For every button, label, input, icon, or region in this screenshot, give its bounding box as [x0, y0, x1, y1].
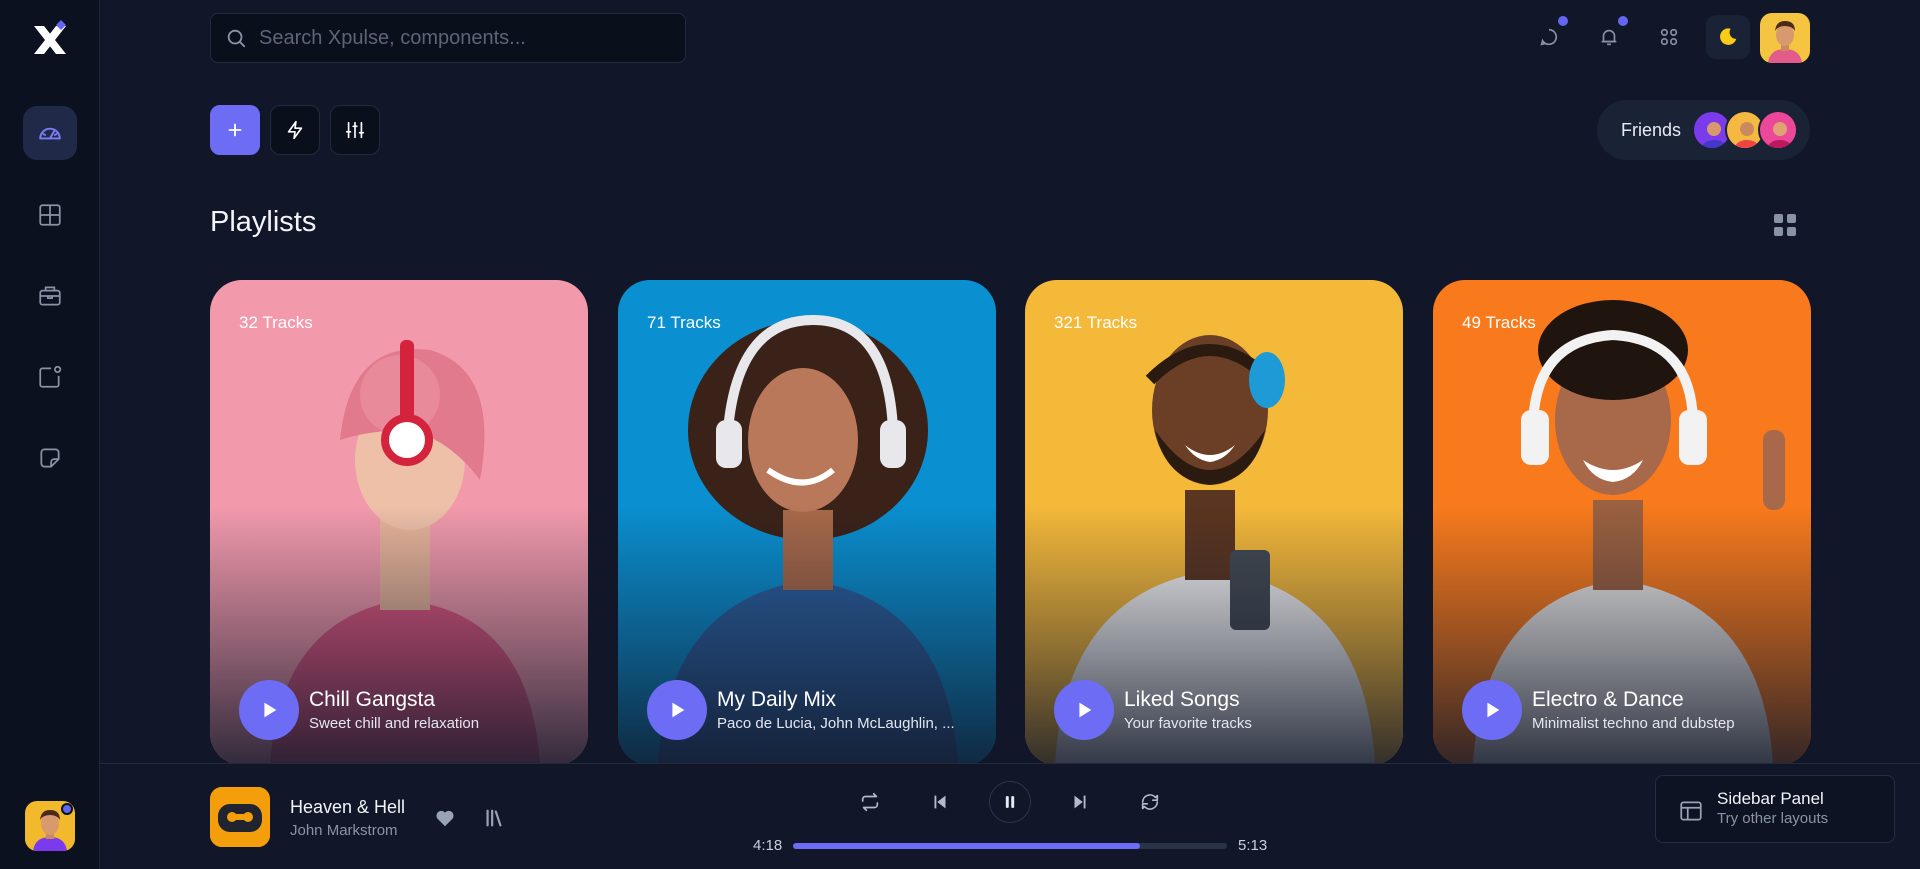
sidebar-item-dashboard[interactable] — [23, 106, 77, 160]
track-count: 71 Tracks — [647, 313, 721, 332]
playlist-subtitle: Your favorite tracks — [1124, 715, 1252, 732]
page-title: Playlists — [210, 206, 317, 238]
like-button[interactable] — [431, 804, 459, 832]
grid-icon — [39, 204, 61, 226]
song-artist[interactable]: John Markstrom — [290, 822, 398, 839]
apps-icon — [1660, 28, 1678, 46]
play-icon — [1079, 702, 1092, 718]
previous-icon — [934, 795, 946, 809]
friends-widget[interactable]: Friends — [1597, 100, 1810, 160]
library-icon — [486, 809, 502, 827]
progress-bar[interactable] — [793, 843, 1227, 849]
progress-fill — [793, 843, 1141, 849]
friend-avatar[interactable] — [1758, 110, 1798, 150]
plus-icon — [228, 123, 242, 137]
search-bar[interactable] — [210, 13, 686, 63]
apps-button[interactable] — [1654, 22, 1684, 52]
user-avatar[interactable] — [25, 801, 75, 851]
playlist-subtitle: Sweet chill and relaxation — [309, 715, 480, 732]
notification-square-icon — [39, 365, 62, 388]
play-button[interactable] — [1462, 680, 1522, 740]
dashboard-icon — [39, 127, 61, 140]
avatar-image — [1760, 13, 1810, 63]
sidebar-item-briefcase[interactable] — [23, 269, 77, 323]
total-duration: 5:13 — [1238, 837, 1268, 854]
repeat-icon — [861, 792, 879, 812]
next-icon — [1074, 795, 1086, 809]
play-icon — [1487, 702, 1500, 718]
heart-icon — [436, 810, 454, 827]
grid-view-icon — [1774, 214, 1796, 236]
next-button[interactable] — [1066, 788, 1094, 816]
track-count: 321 Tracks — [1054, 313, 1138, 332]
play-icon — [264, 702, 277, 718]
playlist-card[interactable]: 32 Tracks Chill Gangsta Sweet chill and … — [210, 280, 588, 765]
track-count: 32 Tracks — [239, 313, 313, 332]
briefcase-icon — [39, 286, 61, 306]
pause-icon — [1005, 796, 1015, 808]
playlist-card[interactable]: 49 Tracks Electro & Dance Minimalist tec… — [1433, 280, 1811, 765]
now-playing-cover[interactable] — [210, 787, 270, 847]
playlist-card[interactable]: 71 Tracks My Daily Mix Paco de Lucia, Jo… — [618, 280, 996, 765]
panel-subtitle: Try other layouts — [1717, 810, 1829, 827]
playlist-subtitle: Paco de Lucia, John McLaughlin, ... — [717, 715, 955, 732]
search-input[interactable] — [259, 26, 679, 50]
moon-icon — [1720, 28, 1737, 45]
player-bar: Heaven & Hell John Markstrom 4:18 5:13 S… — [100, 763, 1920, 869]
playlist-card[interactable]: 321 Tracks Liked Songs Your favorite tra… — [1025, 280, 1403, 765]
friends-label: Friends — [1621, 119, 1682, 140]
sidebar — [0, 0, 100, 869]
notifications-button[interactable] — [1594, 16, 1628, 52]
pause-button[interactable] — [989, 781, 1031, 823]
play-button[interactable] — [1054, 680, 1114, 740]
library-button[interactable] — [480, 804, 508, 832]
shuffle-button[interactable] — [1136, 788, 1164, 816]
layout-icon — [1680, 801, 1702, 821]
elapsed-time: 4:18 — [753, 837, 783, 854]
playlist-title: Liked Songs — [1124, 688, 1240, 711]
track-count: 49 Tracks — [1462, 313, 1536, 332]
sidebar-item-notifications[interactable] — [23, 350, 77, 404]
sidebar-item-stickers[interactable] — [23, 431, 77, 485]
previous-button[interactable] — [926, 788, 954, 816]
messages-badge-dot — [1558, 16, 1568, 26]
search-icon — [227, 29, 246, 48]
shuffle-icon — [1141, 794, 1159, 810]
lightning-icon — [287, 120, 303, 140]
grid-view-toggle[interactable] — [1771, 211, 1799, 239]
settings-sliders-button[interactable] — [330, 105, 380, 155]
sidebar-item-layouts[interactable] — [23, 188, 77, 242]
sticker-icon — [40, 448, 60, 468]
playlist-title: Chill Gangsta — [309, 688, 436, 711]
status-dot — [61, 803, 73, 815]
playlist-subtitle: Minimalist techno and dubstep — [1532, 715, 1735, 732]
play-button[interactable] — [239, 680, 299, 740]
cassette-cover-image — [210, 787, 270, 847]
play-button[interactable] — [647, 680, 707, 740]
sliders-icon — [345, 121, 365, 139]
app-logo[interactable] — [30, 20, 70, 60]
repeat-button[interactable] — [856, 788, 884, 816]
playlist-title: Electro & Dance — [1532, 688, 1684, 711]
profile-avatar[interactable] — [1760, 13, 1810, 63]
friend-avatar-image — [1767, 122, 1793, 148]
playlist-title: My Daily Mix — [717, 688, 836, 711]
chat-icon — [1540, 28, 1558, 46]
notifications-badge-dot — [1618, 16, 1628, 26]
bell-icon — [1601, 29, 1617, 46]
messages-button[interactable] — [1534, 16, 1568, 52]
add-button[interactable] — [210, 105, 260, 155]
quick-action-button[interactable] — [270, 105, 320, 155]
logo-icon — [34, 20, 66, 54]
panel-title: Sidebar Panel — [1717, 789, 1824, 808]
layout-switch-button[interactable]: Sidebar Panel Try other layouts — [1655, 775, 1895, 843]
song-title: Heaven & Hell — [290, 797, 406, 817]
play-icon — [672, 702, 685, 718]
theme-toggle-button[interactable] — [1706, 15, 1750, 59]
